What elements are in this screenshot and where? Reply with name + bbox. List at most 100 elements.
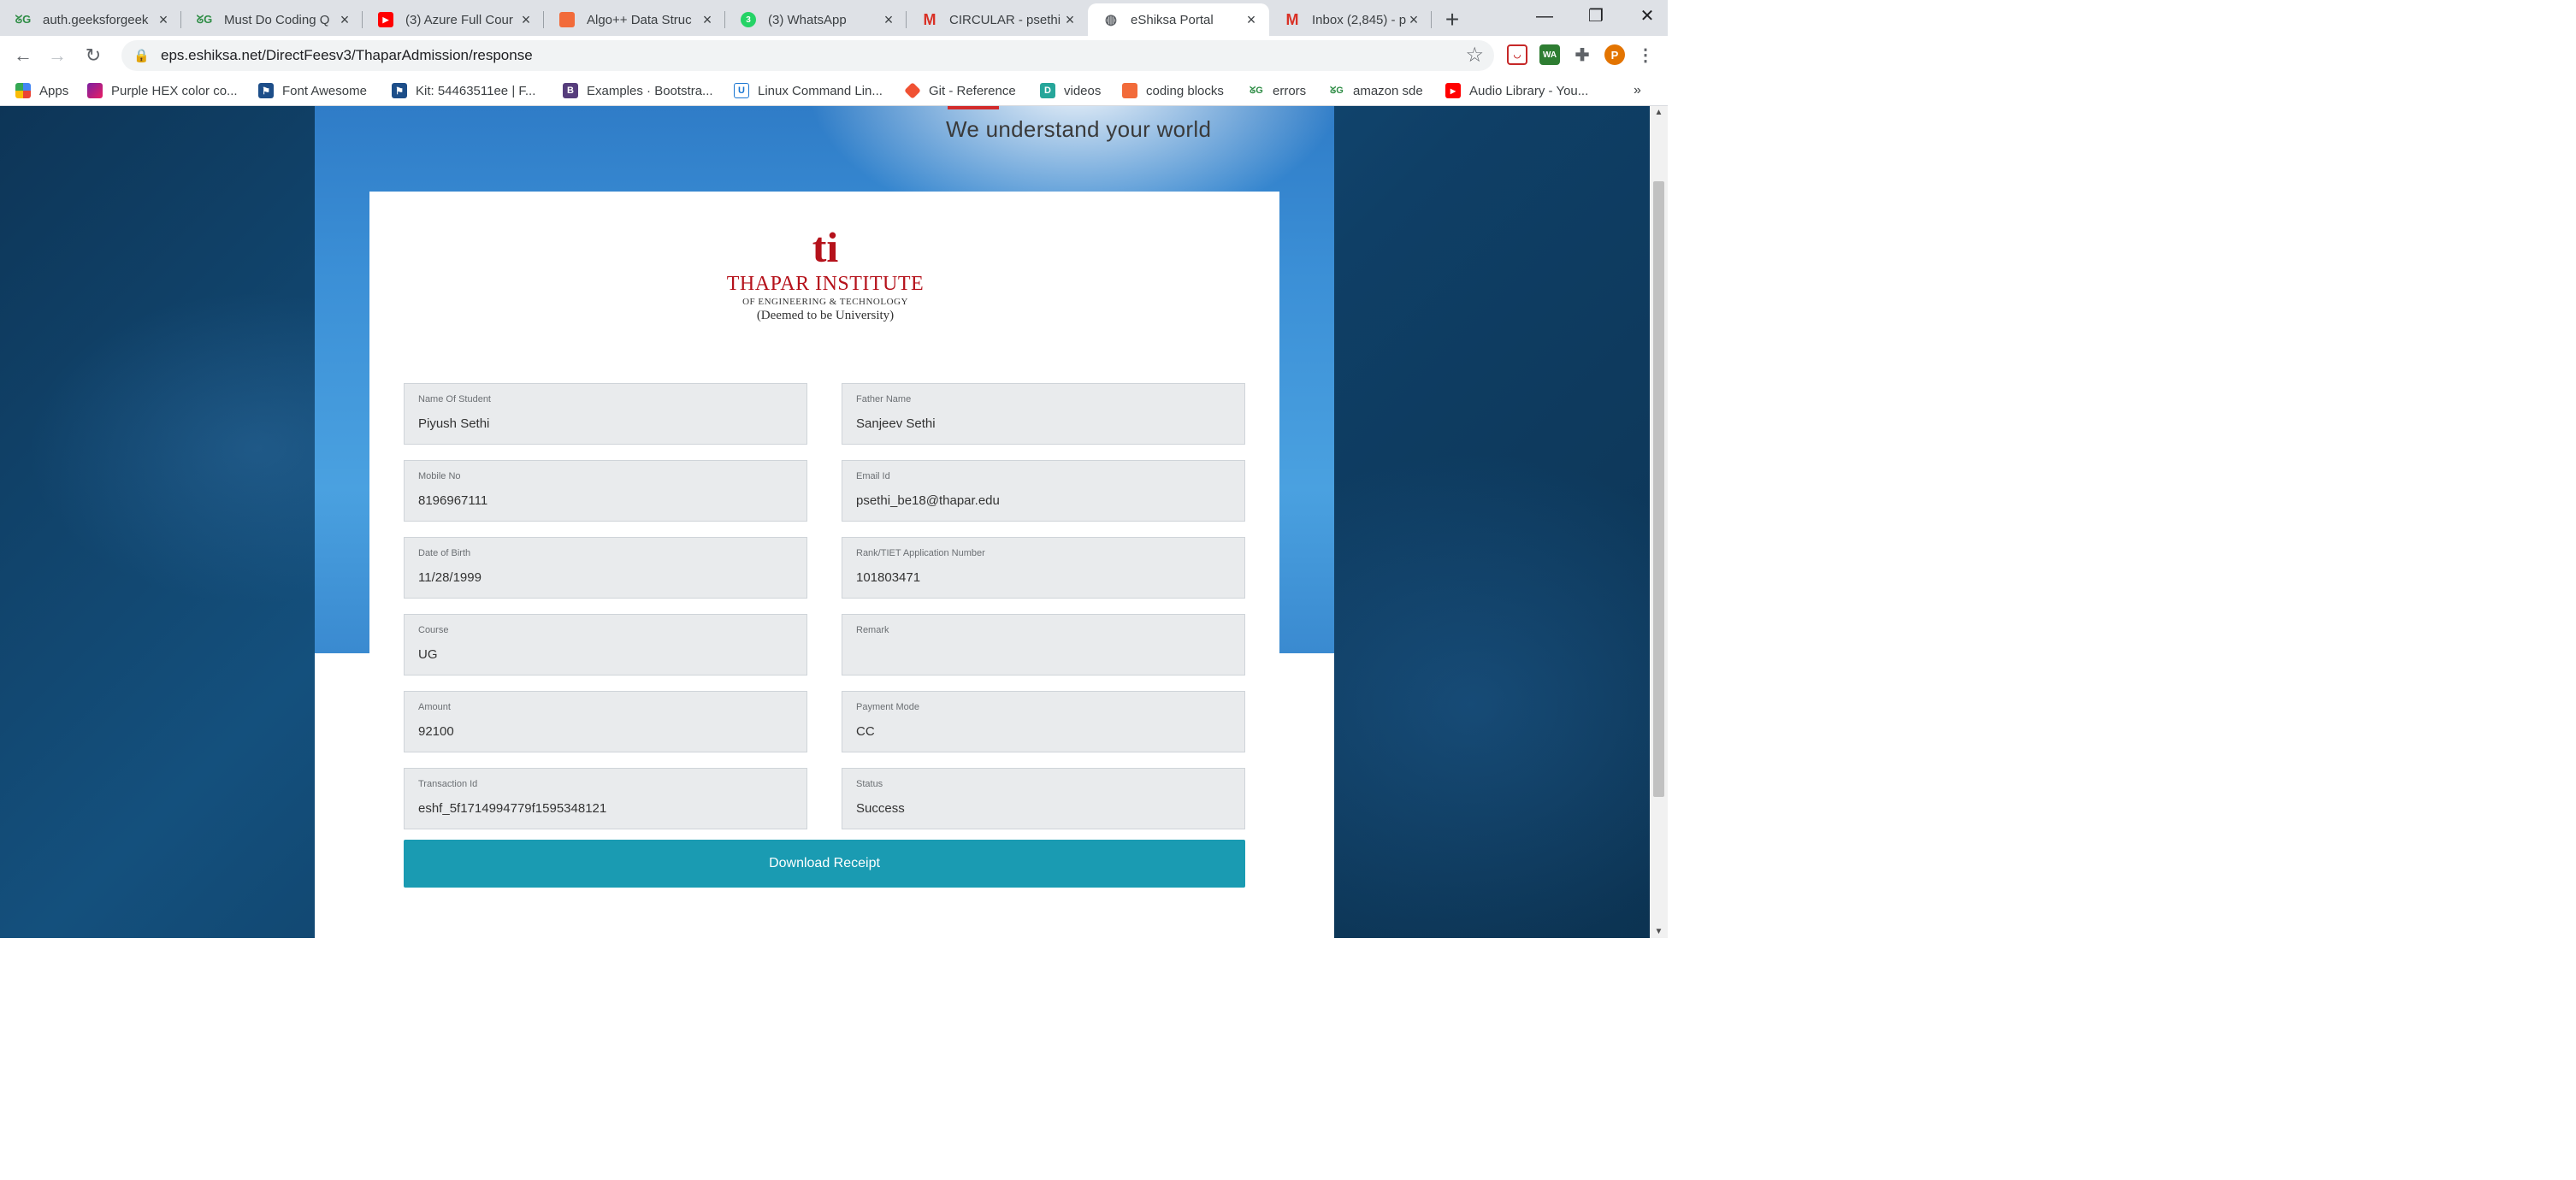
font-awesome-flag-icon: ⚑ [258, 83, 274, 98]
tab-azure-full-course[interactable]: ▶ (3) Azure Full Cour × [363, 3, 544, 36]
git-icon [904, 82, 921, 99]
field-value: Success [856, 801, 905, 816]
close-tab-icon[interactable]: × [156, 11, 171, 29]
bookmark-coding-blocks[interactable]: coding blocks [1122, 81, 1224, 100]
tab-separator [1431, 11, 1432, 28]
scrollbar-thumb[interactable] [1653, 181, 1664, 797]
logo-subtitle: OF ENGINEERING & TECHNOLOGY [742, 297, 908, 307]
field-label: Course [418, 625, 449, 635]
tab-auth-geeksforgeeks[interactable]: ᘜG auth.geeksforgeek × [0, 3, 181, 36]
restore-button[interactable]: ❐ [1570, 0, 1622, 32]
tab-strip: ᘜG auth.geeksforgeek × ᘜG Must Do Coding… [0, 0, 1668, 36]
bookmark-amazon-sde[interactable]: ᘜG amazon sde [1329, 81, 1423, 100]
font-awesome-flag-icon: ⚑ [392, 83, 407, 98]
tab-algo-data-structures[interactable]: Algo++ Data Struc × [544, 3, 725, 36]
bookmark-audio-library[interactable]: ▶ Audio Library - You... [1445, 81, 1588, 100]
bookmark-git-reference[interactable]: Git - Reference [904, 81, 1016, 100]
menu-kebab-icon[interactable]: ⋮ [1635, 44, 1656, 65]
tab-eshiksa-portal[interactable]: ◍ eShiksa Portal × [1088, 3, 1269, 36]
bookmark-label: coding blocks [1146, 83, 1224, 98]
forward-arrow-icon[interactable]: → [44, 43, 70, 68]
apps-grid-icon [15, 83, 31, 98]
field-transaction-id: Transaction Id eshf_5f1714994779f1595348… [404, 768, 807, 829]
coding-blocks-icon [1122, 83, 1137, 98]
field-amount: Amount 92100 [404, 691, 807, 752]
bookmark-font-awesome[interactable]: ⚑ Font Awesome [258, 81, 367, 100]
reload-icon[interactable]: ↻ [80, 43, 106, 68]
new-tab-button[interactable]: + [1438, 5, 1467, 34]
field-label: Name Of Student [418, 394, 491, 404]
bookmark-linux-command[interactable]: U Linux Command Lin... [734, 81, 883, 100]
tab-must-do-coding[interactable]: ᘜG Must Do Coding Q × [181, 3, 363, 36]
scroll-down-arrow-icon[interactable]: ▼ [1650, 927, 1668, 936]
field-value: 101803471 [856, 570, 921, 585]
field-label: Status [856, 779, 883, 789]
close-tab-icon[interactable]: × [700, 11, 715, 29]
bookmark-bootstrap[interactable]: B Examples · Bootstra... [563, 81, 713, 100]
close-tab-icon[interactable]: × [881, 11, 896, 29]
tab-title: Inbox (2,845) - piyu [1312, 12, 1406, 27]
lock-icon: 🔒 [133, 49, 150, 63]
field-value: 11/28/1999 [418, 570, 482, 585]
bookmark-purple-hex[interactable]: Purple HEX color co... [87, 81, 238, 100]
field-application-number: Rank/TIET Application Number 101803471 [842, 537, 1245, 599]
bookmark-videos[interactable]: D videos [1040, 81, 1101, 100]
field-value: eshf_5f1714994779f1595348121 [418, 801, 607, 816]
profile-avatar[interactable]: P [1604, 44, 1625, 65]
tab-circular-gmail[interactable]: M CIRCULAR - psethi × [907, 3, 1088, 36]
field-label: Remark [856, 625, 889, 635]
bookmark-label: Git - Reference [929, 83, 1016, 98]
download-receipt-button[interactable]: Download Receipt [404, 840, 1245, 888]
tab-title: (3) WhatsApp [768, 12, 847, 27]
logo-mark: ti [812, 223, 839, 271]
pocket-extension-icon[interactable]: ◡ [1507, 44, 1527, 65]
fee-receipt-card: ti THAPAR INSTITUTE OF ENGINEERING & TEC… [369, 192, 1279, 938]
bookmark-label: errors [1273, 83, 1307, 98]
field-mobile-no: Mobile No 8196967111 [404, 460, 807, 522]
bookmark-apps[interactable]: Apps [15, 81, 68, 100]
close-tab-icon[interactable]: × [518, 11, 534, 29]
tab-title: (3) Azure Full Cour [405, 12, 513, 27]
vertical-scrollbar[interactable]: ▲ ▼ [1650, 106, 1668, 938]
field-label: Mobile No [418, 471, 461, 481]
bookmark-label: Font Awesome [282, 83, 367, 98]
tab-inbox-gmail[interactable]: M Inbox (2,845) - piyu × [1269, 3, 1432, 36]
field-remark: Remark [842, 614, 1245, 676]
back-arrow-icon[interactable]: ← [10, 43, 36, 68]
bookmark-label: Linux Command Lin... [758, 83, 883, 98]
bookmark-errors[interactable]: ᘜG errors [1249, 81, 1306, 100]
close-tab-icon[interactable]: × [1406, 11, 1421, 29]
extensions-puzzle-icon[interactable]: ✚ [1572, 44, 1592, 65]
tagline: We understand your world [946, 116, 1212, 142]
bootstrap-icon: B [563, 83, 578, 98]
address-bar[interactable]: 🔒 eps.eshiksa.net/DirectFeesv3/ThaparAdm… [121, 40, 1494, 71]
scroll-up-arrow-icon[interactable]: ▲ [1650, 108, 1668, 117]
bookmark-star-icon[interactable]: ☆ [1465, 43, 1484, 68]
page-content: We understand your world ti THAPAR INSTI… [315, 106, 1334, 938]
bookmark-kit[interactable]: ⚑ Kit: 54463511ee | F... [392, 81, 535, 100]
globe-icon: ◍ [1105, 13, 1117, 27]
field-label: Transaction Id [418, 779, 478, 789]
field-status: Status Success [842, 768, 1245, 829]
field-value: Piyush Sethi [418, 416, 490, 431]
bookmarks-overflow-chevron-icon[interactable]: » [1634, 81, 1641, 100]
tab-title: eShiksa Portal [1131, 12, 1214, 27]
field-label: Payment Mode [856, 702, 919, 712]
close-tab-icon[interactable]: × [337, 11, 352, 29]
minimize-button[interactable]: — [1519, 0, 1570, 32]
close-window-button[interactable]: ✕ [1622, 0, 1668, 32]
field-email-id: Email Id psethi_be18@thapar.edu [842, 460, 1245, 522]
close-tab-icon[interactable]: × [1244, 11, 1259, 29]
close-tab-icon[interactable]: × [1062, 11, 1078, 29]
bookmarks-bar: Apps Purple HEX color co... ⚑ Font Aweso… [0, 75, 1668, 106]
field-value: UG [418, 647, 438, 662]
whatsapp-icon: 3 [741, 12, 756, 27]
wa-extension-icon[interactable]: WA [1539, 44, 1560, 65]
page-viewport: We understand your world ti THAPAR INSTI… [0, 106, 1650, 938]
gfg-icon: ᘜG [15, 13, 32, 26]
bookmark-label: Kit: 54463511ee | F... [416, 83, 536, 98]
tab-whatsapp[interactable]: 3 (3) WhatsApp × [725, 3, 907, 36]
field-label: Rank/TIET Application Number [856, 548, 985, 558]
gmail-icon: M [923, 10, 936, 28]
tab-title: CIRCULAR - psethi [949, 12, 1061, 27]
